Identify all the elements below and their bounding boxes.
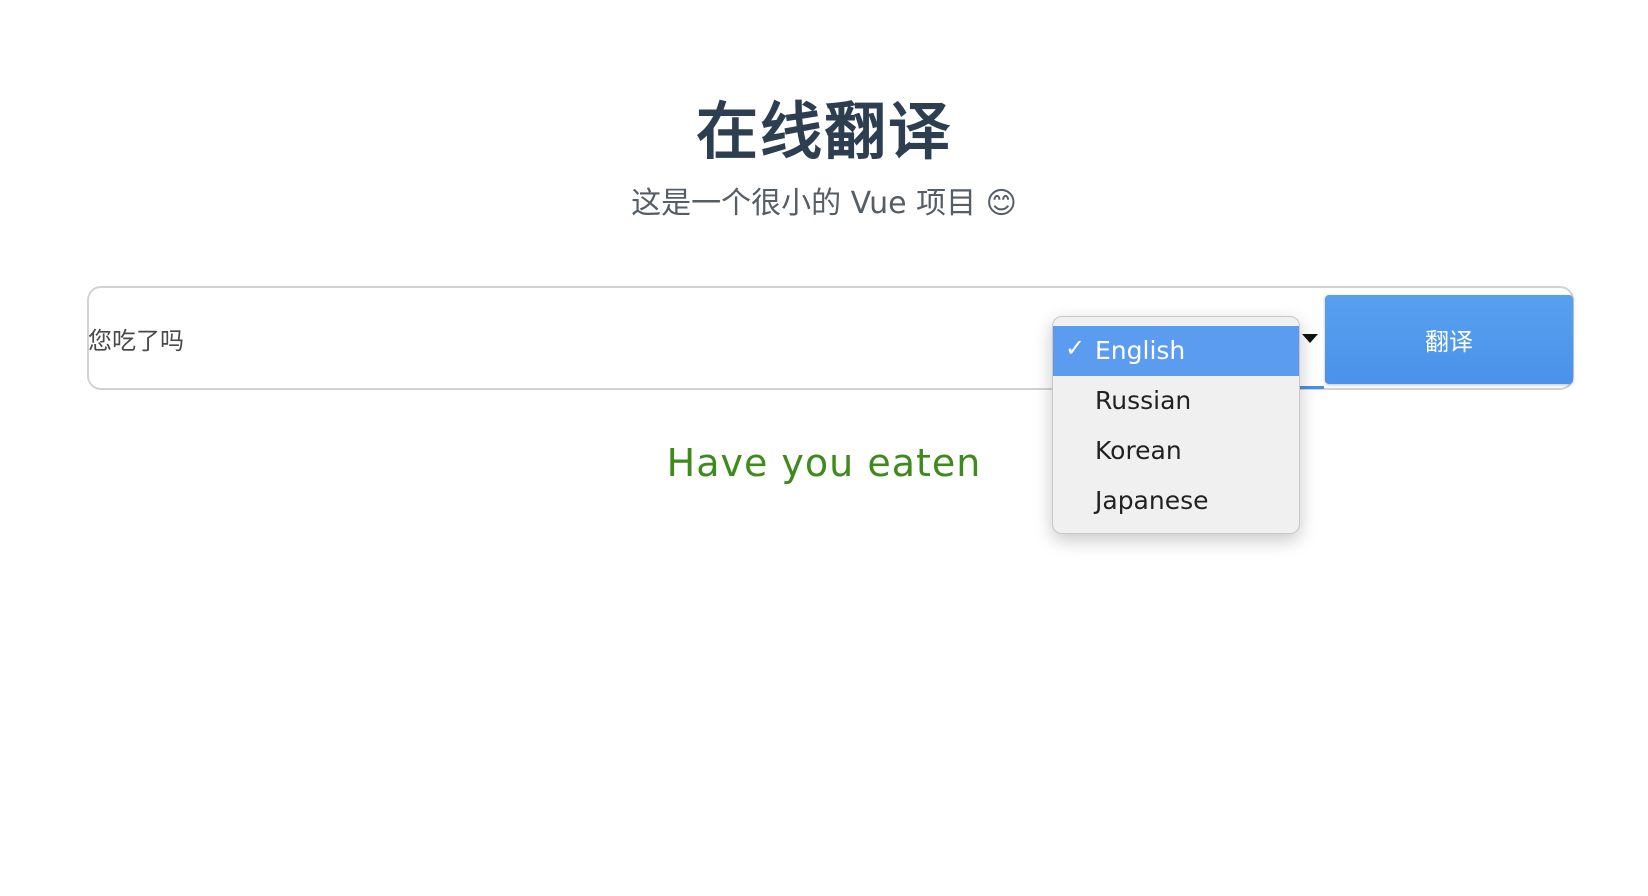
translate-app: 在线翻译 这是一个很小的 Vue 项目 😊 翻译 ✓ English Russi… bbox=[0, 0, 1648, 896]
page-subtitle: 这是一个很小的 Vue 项目 😊 bbox=[631, 186, 1017, 221]
dropdown-padding bbox=[1053, 317, 1299, 326]
language-option-russian[interactable]: Russian bbox=[1053, 376, 1299, 426]
source-text-input[interactable] bbox=[88, 312, 1038, 364]
language-option-label: English bbox=[1095, 336, 1186, 365]
language-option-label: Japanese bbox=[1095, 486, 1209, 515]
chevron-down-icon[interactable] bbox=[1302, 334, 1318, 343]
translation-result: Have you eaten bbox=[666, 441, 982, 485]
page-title: 在线翻译 bbox=[695, 95, 952, 168]
language-option-label: Russian bbox=[1095, 386, 1192, 415]
language-dropdown-menu[interactable]: ✓ English Russian Korean Japanese bbox=[1052, 316, 1300, 534]
language-option-english[interactable]: ✓ English bbox=[1053, 326, 1299, 376]
translate-button[interactable]: 翻译 bbox=[1325, 295, 1573, 384]
check-icon: ✓ bbox=[1065, 334, 1086, 362]
